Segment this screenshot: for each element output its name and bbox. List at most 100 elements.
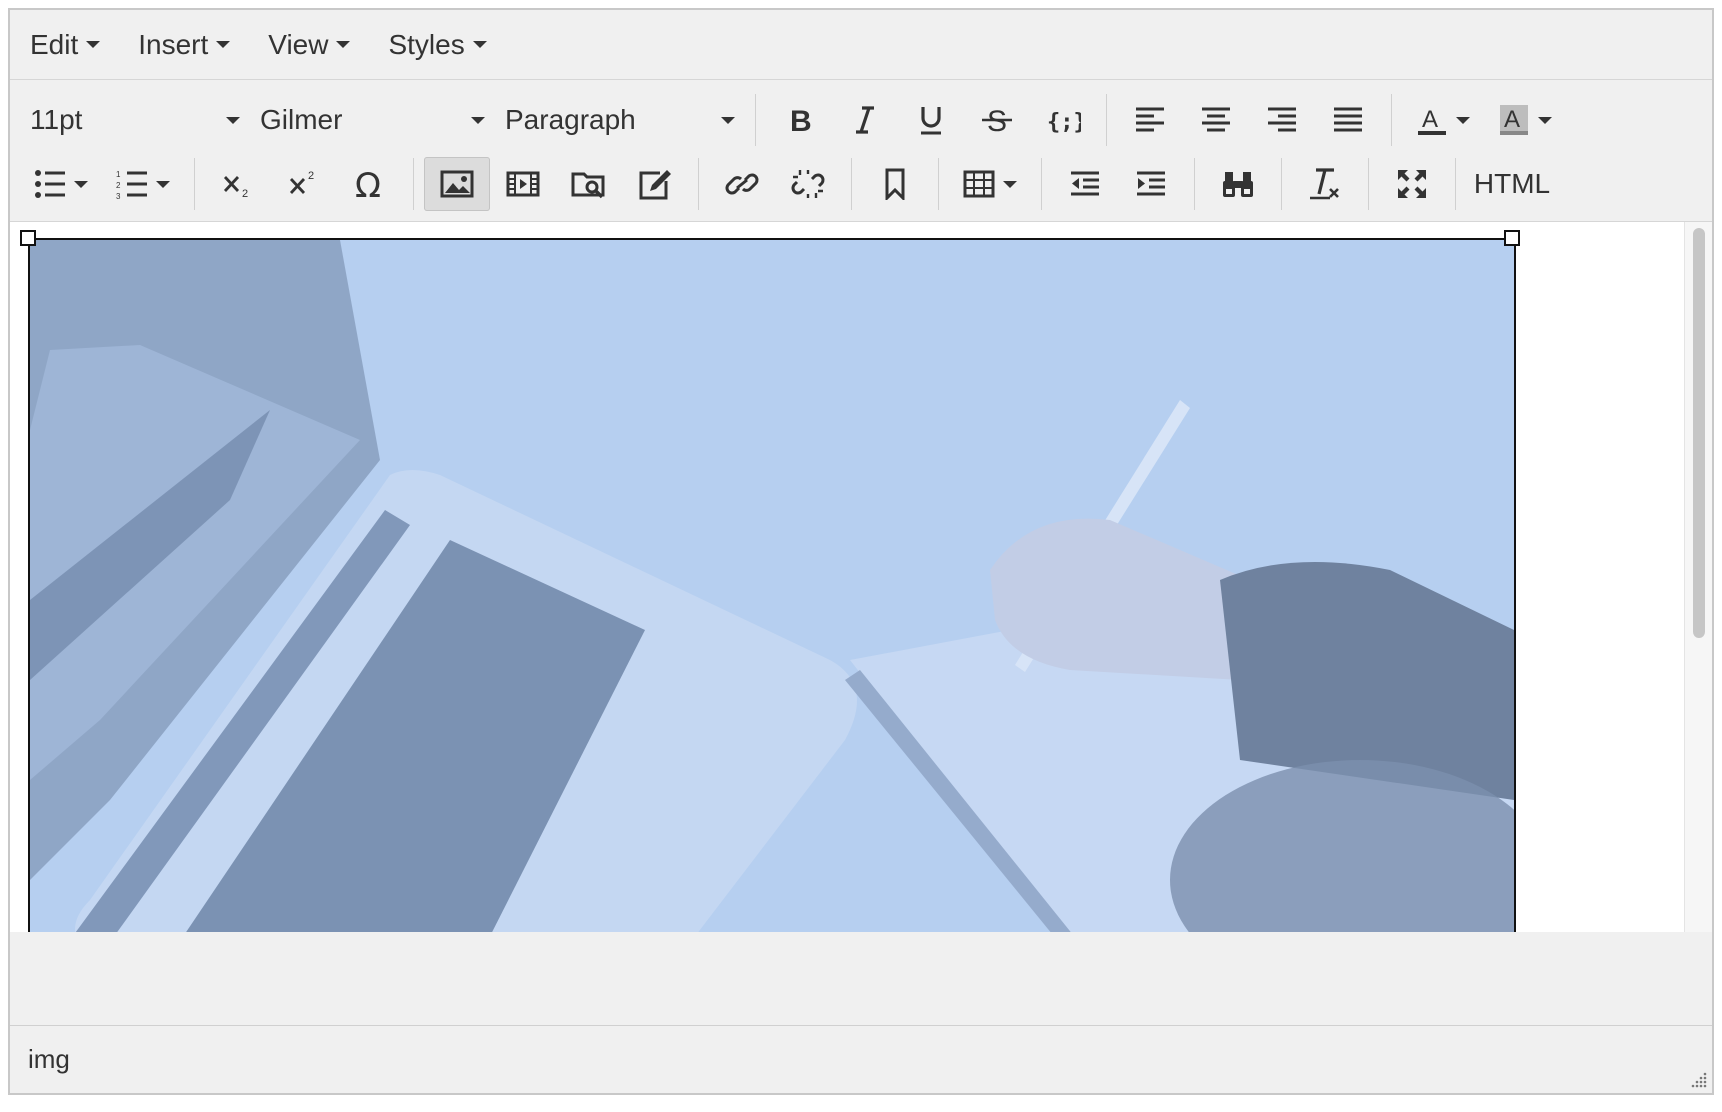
bookmark-icon [885,168,905,200]
chevron-down-icon[interactable] [74,180,88,188]
chevron-down-icon[interactable] [1538,116,1552,124]
toolbar-separator [1368,158,1369,210]
menu-edit[interactable]: Edit [30,29,101,61]
superscript-button[interactable]: 2 [271,157,337,211]
clear-formatting-button[interactable] [1292,157,1358,211]
image-icon [440,170,474,198]
selected-image[interactable] [28,238,1516,932]
align-right-button[interactable] [1249,93,1315,147]
image-resize-handle-top-left[interactable] [20,230,36,246]
text-color-button[interactable]: A [1402,93,1484,147]
numbered-list-icon: 1 2 3 [116,170,147,199]
numbered-list-button[interactable]: 1 2 3 [102,157,184,211]
menu-insert[interactable]: Insert [138,29,231,61]
clear-formatting-icon [1310,168,1339,200]
menubar: Edit Insert View Styles [10,10,1712,80]
svg-text:3: 3 [116,192,121,199]
indent-icon [1137,171,1165,196]
insert-media-button[interactable] [490,157,556,211]
table-button[interactable] [949,157,1031,211]
strikethrough-icon: S [982,105,1012,136]
unlink-icon [791,170,825,198]
text-color-glyph: A [1422,106,1438,133]
element-path[interactable]: img [28,1044,70,1075]
font-family-value: Gilmer [260,104,343,135]
toolbar-separator [851,158,852,210]
toolbar-separator [1106,94,1107,146]
toolbar-separator [698,158,699,210]
html-source-button[interactable]: HTML [1466,157,1558,211]
chevron-down-icon [86,41,101,48]
svg-text:2: 2 [116,181,121,190]
align-left-button[interactable] [1117,93,1183,147]
font-family-select[interactable]: Gilmer [250,96,495,144]
table-icon [963,170,995,198]
toolbar-row-2: 123 2 2 Ω HTML [10,152,1712,216]
bullet-list-icon [35,170,65,198]
content-scrollbar[interactable] [1684,222,1712,932]
toolbar-separator [1391,94,1392,146]
toolbar-separator [1455,158,1456,210]
align-right-icon [1268,107,1296,132]
toolbar-separator [1041,158,1042,210]
bold-icon: B [790,105,812,135]
special-character-button[interactable]: Ω [337,157,403,211]
chevron-down-icon [471,116,485,124]
unlink-button[interactable] [775,157,841,211]
align-justify-button[interactable] [1315,93,1381,147]
font-size-value: 11pt [30,104,83,135]
fullscreen-button[interactable] [1379,157,1445,211]
block-format-select[interactable]: Paragraph [495,96,745,144]
bold-button[interactable]: B [766,93,832,147]
chevron-down-icon [472,41,487,48]
menu-styles[interactable]: Styles [388,28,487,61]
edit-image-button[interactable] [622,157,688,211]
svg-text:2: 2 [308,170,314,182]
indent-button[interactable] [1118,157,1184,211]
svg-text:{;}: {;} [1047,110,1081,135]
chevron-down-icon [216,41,231,48]
outdent-button[interactable] [1052,157,1118,211]
block-format-value: Paragraph [505,104,636,135]
toolbar-separator [938,158,939,210]
chevron-down-icon[interactable] [156,180,170,188]
subscript-button[interactable]: 2 [205,157,271,211]
underline-button[interactable] [898,93,964,147]
photo-laptop-notebook [30,240,1514,932]
html-source-label: HTML [1473,168,1551,199]
background-color-button[interactable]: A [1484,93,1566,147]
statusbar: img [10,1025,1712,1093]
chevron-down-icon[interactable] [1003,180,1017,188]
toolbar-separator [1281,158,1282,210]
svg-text:B: B [790,105,812,135]
anchor-button[interactable] [862,157,928,211]
align-center-button[interactable] [1183,93,1249,147]
toolbar-separator [194,158,195,210]
insert-link-button[interactable] [709,157,775,211]
code-button[interactable]: {;} [1030,93,1096,147]
svg-text:2: 2 [242,188,248,199]
menu-view[interactable]: View [268,29,351,61]
fullscreen-icon [1398,170,1426,198]
rich-text-editor: Edit Insert View Styles 11pt Gilmer Para… [8,8,1714,1095]
insert-image-button[interactable] [424,157,490,211]
chevron-down-icon [336,41,351,48]
underline-icon [921,107,941,135]
folder-search-icon [571,172,605,199]
binoculars-icon [1223,172,1253,197]
chevron-down-icon[interactable] [1456,116,1470,124]
find-replace-button[interactable] [1205,157,1271,211]
toolbar-row-1: 11pt Gilmer Paragraph B S {; A A [10,88,1712,152]
toolbar-separator [755,94,756,146]
font-size-select[interactable]: 11pt [20,96,250,144]
editor-content-area[interactable] [10,222,1712,932]
italic-button[interactable] [832,93,898,147]
resize-grip-icon[interactable] [1690,1071,1708,1089]
bullet-list-button[interactable] [20,157,102,211]
scrollbar-thumb[interactable] [1693,228,1705,638]
strikethrough-button[interactable]: S [964,93,1030,147]
file-browser-button[interactable] [556,157,622,211]
image-resize-handle-top-right[interactable] [1504,230,1520,246]
menu-styles-label: Styles [388,28,465,60]
superscript-icon: 2 [289,170,314,194]
